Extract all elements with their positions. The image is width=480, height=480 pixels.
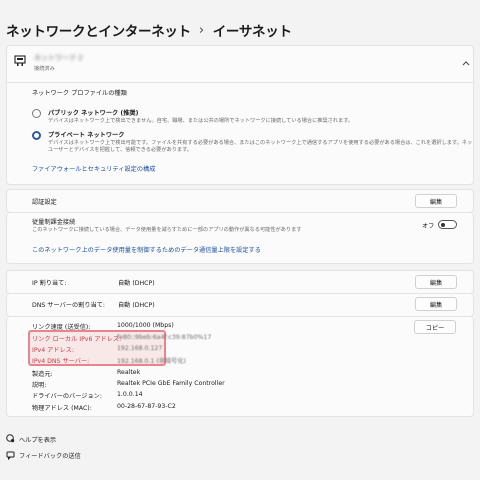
auth-settings-label: 認証設定 — [32, 199, 57, 206]
page-title: イーサネット — [212, 24, 292, 40]
profile-heading: ネットワーク プロファイルの種類 — [32, 90, 127, 97]
property-value: fe80::9beb:6a4f:c39:87b0%17 — [117, 334, 212, 341]
property-label: リンク ローカル IPv6 アドレス: — [32, 336, 122, 343]
metered-toggle[interactable] — [438, 220, 457, 229]
metered-label: 従量制課金接続 — [32, 219, 76, 226]
feedback-link[interactable]: フィードバックの送信 — [19, 451, 81, 460]
breadcrumb: ネットワークとインターネット › イーサネット — [6, 20, 292, 41]
dns-assignment-label: DNS サーバーの割り当て: — [32, 302, 105, 309]
property-value: Realtek — [117, 369, 141, 376]
help-link[interactable]: ヘルプを表示 — [19, 435, 56, 444]
adapter-status: 接続済み — [34, 66, 55, 72]
public-network-desc: デバイスはネットワーク上で検出できません。自宅、職場、または公共の場所でネットワ… — [48, 118, 354, 124]
copy-button[interactable]: コピー — [414, 320, 456, 334]
data-limit-link[interactable]: このネットワーク上のデータ使用量を制御するためのデータ通信量上限を設定する — [32, 245, 261, 254]
ip-assignment-value: 自動 (DHCP) — [118, 280, 155, 287]
feedback-icon — [6, 451, 15, 460]
breadcrumb-parent[interactable]: ネットワークとインターネット — [6, 20, 191, 40]
metered-desc: このネットワークに接続している場合、データ使用量を減らすために一部のアプリの動作… — [32, 227, 302, 233]
dns-edit-button[interactable]: 編集 — [415, 297, 457, 311]
property-value: 00-28-67-87-93-C2 — [117, 403, 176, 410]
ip-assignment-row: IP 割り当て: 自動 (DHCP) 編集 — [6, 270, 474, 294]
private-network-label[interactable]: プライベート ネットワーク — [48, 130, 124, 139]
property-label: IPv4 DNS サーバー: — [32, 358, 90, 365]
property-value: 192.168.0.127 — [117, 345, 163, 352]
property-label: 説明: — [32, 382, 47, 389]
public-network-radio[interactable] — [32, 109, 41, 118]
ip-assignment-label: IP 割り当て: — [32, 280, 67, 287]
property-label: 物理アドレス (MAC): — [32, 405, 92, 412]
auth-settings-row: 認証設定 編集 — [6, 189, 474, 213]
dns-assignment-value: 自動 (DHCP) — [118, 302, 155, 309]
chevron-up-icon[interactable] — [462, 60, 470, 66]
property-label: リンク速度 (送受信): — [32, 324, 91, 331]
property-label: 製造元: — [32, 371, 53, 378]
property-label: IPv4 アドレス: — [32, 347, 74, 354]
property-label: ドライバーのバージョン: — [32, 393, 102, 400]
property-value: 1000/1000 (Mbps) — [117, 322, 174, 329]
adapter-name: ネットワーク 2 — [34, 54, 83, 62]
breadcrumb-separator: › — [198, 22, 204, 38]
property-value: 192.168.0.1 (非暗号化) — [117, 358, 186, 365]
auth-edit-button[interactable]: 編集 — [415, 194, 457, 208]
network-profile-section: ネットワーク プロファイルの種類 パブリック ネットワーク (推奨) デバイスは… — [6, 82, 474, 185]
metered-connection-section: 従量制課金接続 このネットワークに接続している場合、データ使用量を減らすために一… — [6, 213, 474, 264]
help-icon — [6, 434, 15, 443]
metered-toggle-label: オフ — [422, 223, 435, 230]
public-network-label[interactable]: パブリック ネットワーク (推奨) — [48, 108, 138, 117]
firewall-settings-link[interactable]: ファイアウォールとセキュリティ設定の構成 — [32, 164, 155, 173]
network-adapter-icon — [14, 55, 26, 66]
property-value: Realtek PCIe GbE Family Controller — [117, 380, 225, 387]
property-value: 1.0.0.14 — [117, 391, 143, 398]
ip-edit-button[interactable]: 編集 — [415, 275, 457, 289]
private-network-radio[interactable] — [32, 131, 41, 140]
private-network-desc-line1: デバイスはネットワーク上で検出可能です。ファイルを共有する必要がある場合、または… — [48, 140, 473, 146]
dns-assignment-row: DNS サーバーの割り当て: 自動 (DHCP) 編集 — [6, 294, 474, 317]
private-network-desc-line2: ユーザーとデバイスを把握して、信頼できる必要があります。 — [48, 147, 192, 153]
adapter-header[interactable]: ネットワーク 2 接続済み — [6, 45, 474, 83]
